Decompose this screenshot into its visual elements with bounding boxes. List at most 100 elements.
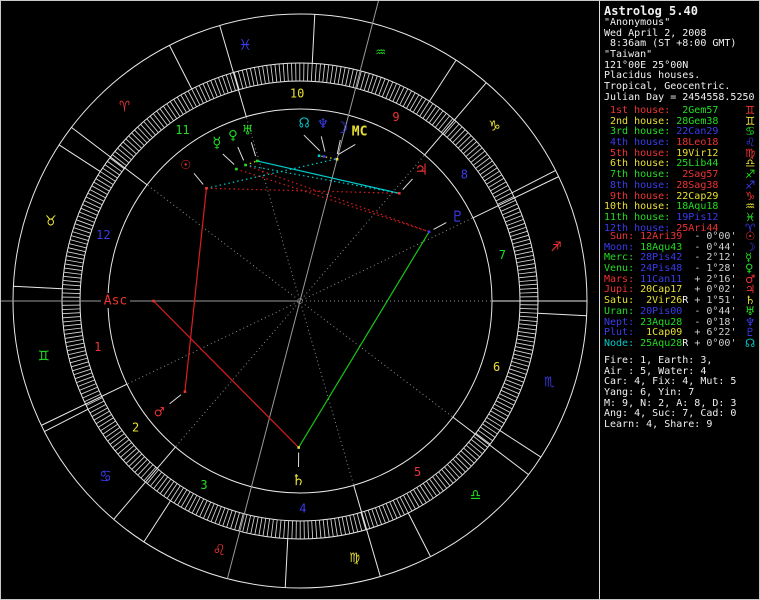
degree-tick — [143, 121, 156, 136]
degree-tick — [286, 63, 289, 82]
degree-tick — [392, 85, 401, 102]
degree-tick — [326, 64, 330, 83]
degree-tick — [482, 167, 498, 179]
degree-tick — [245, 69, 251, 87]
planet-position-value: 25Aqu28 — [640, 337, 683, 349]
house-label: 6th house: — [604, 158, 677, 170]
degree-tick — [109, 433, 125, 445]
degree-tick — [311, 520, 314, 539]
degree-tick — [457, 135, 472, 149]
degree-tick — [107, 430, 123, 442]
degree-tick — [488, 177, 505, 188]
degree-tick — [480, 426, 496, 438]
degree-tick — [356, 513, 363, 531]
degree-tick — [65, 259, 84, 264]
degree-tick — [117, 442, 132, 455]
degree-tick — [195, 86, 204, 104]
degree-tick — [191, 496, 201, 514]
sign-glyph-capricorn: ♑ — [489, 116, 500, 136]
house-cusp-list: 1st house: 2Gem57 ♊ 2nd house: 28Gem38 ♊ 3… — [604, 104, 755, 234]
degree-tick — [188, 495, 198, 512]
degree-tick — [514, 246, 532, 252]
sign-glyph-taurus: ♉ — [46, 210, 56, 230]
house-label: 3rd house: — [604, 126, 677, 138]
degree-tick — [109, 157, 125, 170]
degree-tick — [402, 90, 412, 107]
degree-tick — [128, 453, 143, 467]
planet-motion: - 0°44' — [688, 241, 737, 253]
degree-tick — [438, 471, 451, 487]
degree-tick — [396, 498, 405, 516]
degree-tick — [318, 520, 322, 539]
degree-tick — [494, 403, 511, 413]
degree-tick — [64, 331, 83, 335]
natal-chart-wheel: ♈♉♊♋♌ ♍♎♏♐♑♒♓123456789101112☉☽☿ ♀♂♃♄♅ ♆♇☊MC… — [1, 1, 588, 589]
planet-glyph-merc: ☿ — [212, 133, 222, 152]
degree-tick — [102, 167, 118, 179]
degree-tick — [447, 464, 460, 479]
planet-pointer — [193, 172, 204, 185]
planet-icon: ☊ — [745, 335, 756, 350]
degree-tick — [202, 501, 212, 519]
planet-glyph-node: ☊ — [299, 113, 309, 132]
degree-tick — [89, 404, 107, 414]
aspect-line-sun-jupi — [206, 187, 400, 194]
planet-pointer — [237, 146, 245, 161]
degree-tick — [517, 334, 536, 339]
degree-tick — [191, 88, 201, 106]
chart-header: "Anonymous" Wed April 2, 2008 8:36am (ST … — [604, 18, 755, 104]
degree-tick — [82, 203, 100, 213]
degree-tick — [70, 357, 88, 364]
degree-tick — [406, 92, 416, 109]
sign-glyph-libra: ♎ — [470, 486, 480, 506]
degree-tick — [413, 489, 424, 506]
degree-tick — [93, 410, 110, 421]
degree-tick — [512, 238, 530, 245]
degree-tick — [93, 181, 110, 192]
degree-tick — [270, 519, 274, 538]
degree-tick — [416, 98, 427, 115]
degree-tick — [518, 327, 537, 331]
degree-tick — [100, 171, 116, 182]
degree-tick — [460, 450, 475, 464]
degree-tick — [63, 271, 82, 275]
degree-tick — [162, 105, 175, 122]
planet-label: Node: — [604, 337, 641, 349]
degree-tick — [146, 118, 159, 133]
degree-tick — [206, 81, 215, 99]
degree-tick — [388, 83, 398, 101]
tally-line: Learn: 4, Share: 9 — [604, 419, 713, 431]
astrolog-window: ♈ ♉ ♊ ♋ ♌ ♍ ♎ ♏ ♐ ♑ ♒ ♓ 1 2 3 4 5 6 7 8 9 10 11 12 ☉ ☽ ☿ ♀ ♂ ♃ ♄ ♅ ♆ ♇ ☊ MC… — [0, 0, 760, 600]
degree-tick — [419, 101, 430, 117]
sign-boundary — [537, 312, 587, 317]
planet-row: Node: 25Aqu28R + 0°00' ☊ — [604, 337, 755, 350]
degree-tick — [68, 350, 86, 356]
sign-boundary — [169, 45, 193, 90]
mc-label: MC — [352, 125, 368, 140]
degree-tick — [519, 308, 538, 310]
degree-tick — [490, 410, 507, 421]
degree-tick — [495, 400, 513, 410]
planet-pointer — [169, 394, 182, 405]
aspect-line-sun-mars — [184, 188, 208, 392]
degree-tick — [82, 390, 100, 399]
degree-tick — [514, 349, 533, 355]
ic-axis — [226, 300, 301, 579]
house-number-6: 6 — [493, 360, 500, 374]
planet-dot-mars — [183, 390, 187, 393]
degree-tick — [470, 150, 486, 163]
degree-tick — [177, 489, 188, 506]
degree-tick — [416, 487, 427, 503]
planet-motion: + 1°51' — [688, 295, 737, 307]
planet-motion: - 0°44' — [688, 305, 737, 317]
degree-tick — [463, 447, 478, 461]
degree-tick — [492, 407, 509, 417]
degree-tick — [137, 461, 151, 476]
degree-tick — [428, 108, 441, 124]
degree-tick — [519, 287, 538, 290]
degree-tick — [517, 263, 536, 267]
planet-pointer — [402, 178, 413, 190]
aspect-line-asc-satu — [153, 300, 300, 448]
planet-dot-venu — [244, 163, 247, 167]
planet-glyph-moon: ☽ — [339, 118, 349, 137]
